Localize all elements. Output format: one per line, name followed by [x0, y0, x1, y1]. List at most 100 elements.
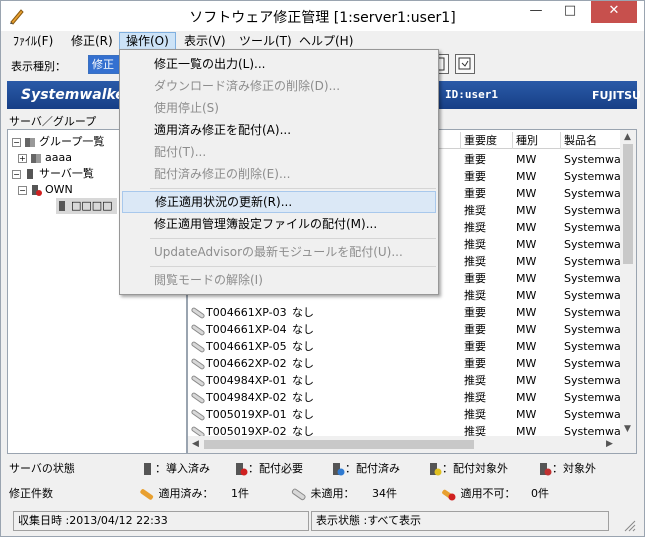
- patch-product: Systemwa: [564, 238, 621, 251]
- table-row[interactable]: T004662XP-02 なし 重要 MW Systemwa: [188, 355, 621, 372]
- patch-kind: MW: [516, 255, 537, 268]
- patch-importance: 推奨: [464, 391, 486, 404]
- horizontal-scrollbar[interactable]: ◀ ▶: [188, 436, 620, 453]
- column-kind[interactable]: 種別: [512, 132, 560, 149]
- title-bar[interactable]: ソフトウェア修正管理 [1:server1:user1] — □ ✕: [1, 1, 644, 31]
- patch-kind: MW: [516, 357, 537, 370]
- table-row[interactable]: T005019XP-01 なし 推奨 MW Systemwa: [188, 406, 621, 423]
- patch-id: T004661XP-05: [206, 340, 287, 353]
- toolbar-button-2[interactable]: [455, 54, 475, 74]
- menu-separator: [150, 188, 436, 189]
- tree-item-aaaa[interactable]: + aaaa: [18, 150, 72, 166]
- server-error-icon: [32, 185, 42, 196]
- legend-cannot-apply: 適用不可： 0件: [441, 486, 549, 502]
- collapse-icon[interactable]: −: [12, 169, 21, 179]
- menu-bar: ﾌｧｲﾙ(F) 修正(R) 操作(O) 表示(V) ツール(T) ヘルプ(H): [1, 31, 644, 51]
- export-icon: [458, 57, 471, 70]
- bandage-icon: [190, 304, 206, 321]
- systemwalker-logo: Systemwalke: [21, 87, 125, 103]
- patch-product: Systemwa: [564, 153, 621, 166]
- menu-suspend-use[interactable]: 使用停止(S): [122, 97, 436, 119]
- server-icon: [59, 201, 65, 211]
- patch-product: Systemwa: [564, 221, 621, 234]
- table-row[interactable]: T004661XP-04 なし 重要 MW Systemwa: [188, 321, 621, 338]
- patch-id: T004984XP-01: [206, 374, 287, 387]
- server-state-label: サーバの状態: [9, 462, 75, 475]
- patch-importance: 重要: [464, 306, 486, 319]
- operation-menu: 修正一覧の出力(L)... ダウンロード済み修正の削除(D)... 使用停止(S…: [119, 49, 439, 295]
- close-button[interactable]: ✕: [591, 1, 637, 23]
- expand-icon[interactable]: +: [18, 153, 27, 163]
- display-type-combo[interactable]: 修正: [88, 55, 122, 74]
- patch-kind: MW: [516, 289, 537, 302]
- vertical-scrollbar[interactable]: ▲ ▼: [620, 130, 636, 453]
- horizontal-scroll-thumb[interactable]: [204, 440, 474, 449]
- patch-status: なし: [292, 391, 314, 404]
- menu-help[interactable]: ヘルプ(H): [293, 32, 359, 50]
- column-product[interactable]: 製品名: [560, 132, 620, 149]
- server-state-legend: サーバの状態: [9, 461, 75, 477]
- bandage-icon: [190, 355, 206, 372]
- scroll-right-icon[interactable]: ▶: [606, 439, 613, 449]
- tree-item-server[interactable]: □□□□: [56, 198, 117, 214]
- resize-grip-icon[interactable]: [621, 517, 637, 533]
- minimize-button[interactable]: —: [521, 1, 551, 23]
- table-row[interactable]: T004984XP-02 なし 推奨 MW Systemwa: [188, 389, 621, 406]
- menu-output-patch-list[interactable]: 修正一覧の出力(L)...: [122, 53, 436, 75]
- group-icon: [25, 138, 35, 147]
- table-row[interactable]: T004984XP-01 なし 推奨 MW Systemwa: [188, 372, 621, 389]
- patch-product: Systemwa: [564, 255, 621, 268]
- patch-kind: MW: [516, 221, 537, 234]
- menu-delete-downloaded[interactable]: ダウンロード済み修正の削除(D)...: [122, 75, 436, 97]
- menu-patch[interactable]: 修正(R): [65, 32, 119, 50]
- scroll-up-icon[interactable]: ▲: [624, 132, 631, 142]
- patch-status: なし: [292, 357, 314, 370]
- menu-release-view-mode[interactable]: 閲覧モードの解除(I): [122, 269, 436, 291]
- tree-heading: サーバ／グループ: [9, 115, 97, 128]
- patch-status: なし: [292, 374, 314, 387]
- collapse-icon[interactable]: −: [12, 137, 21, 147]
- menu-distribute-updateadvisor[interactable]: UpdateAdvisorの最新モジュールを配付(U)...: [122, 241, 436, 263]
- user-id-text: ID:user1: [445, 88, 498, 101]
- patch-kind: MW: [516, 340, 537, 353]
- patch-importance: 重要: [464, 170, 486, 183]
- maximize-button[interactable]: □: [555, 1, 585, 23]
- patch-kind: MW: [516, 170, 537, 183]
- menu-delete-distributed[interactable]: 配付済み修正の削除(E)...: [122, 163, 436, 185]
- display-type-label: 表示種別：: [11, 60, 66, 73]
- scroll-left-icon[interactable]: ◀: [192, 439, 199, 449]
- scroll-down-icon[interactable]: ▼: [624, 424, 631, 434]
- patch-importance: 重要: [464, 272, 486, 285]
- patch-id: T005019XP-01: [206, 408, 287, 421]
- patch-status: なし: [292, 306, 314, 319]
- menu-distribute-applied[interactable]: 適用済み修正を配付(A)...: [122, 119, 436, 141]
- menu-operation[interactable]: 操作(O): [119, 32, 176, 50]
- collapse-icon[interactable]: −: [18, 185, 27, 195]
- tree-item-own[interactable]: − OWN: [18, 182, 73, 198]
- bandage-applied-icon: [140, 489, 154, 500]
- tree-item-group-list[interactable]: − グループ一覧: [12, 134, 104, 150]
- patch-kind: MW: [516, 272, 537, 285]
- menu-distribute[interactable]: 配付(T)...: [122, 141, 436, 163]
- menu-update-application-status[interactable]: 修正適用状況の更新(R)...: [122, 191, 436, 213]
- legend-distributed: ：配付済み: [331, 461, 400, 477]
- tree-item-server-list[interactable]: − サーバ一覧: [12, 166, 94, 182]
- menu-tools[interactable]: ツール(T): [233, 32, 298, 50]
- server-excluded-icon: [430, 463, 442, 476]
- applied-count: 1件: [231, 487, 249, 500]
- menu-distribute-settings-file[interactable]: 修正適用管理簿設定ファイルの配付(M)...: [122, 213, 436, 235]
- menu-view[interactable]: 表示(V): [178, 32, 232, 50]
- menu-file[interactable]: ﾌｧｲﾙ(F): [7, 32, 59, 50]
- patch-importance: 重要: [464, 187, 486, 200]
- patch-id: T004662XP-02: [206, 357, 287, 370]
- column-importance[interactable]: 重要度: [460, 132, 512, 149]
- patch-count-legend: 修正件数: [9, 486, 53, 502]
- vertical-scroll-thumb[interactable]: [623, 144, 633, 264]
- bandage-icon: [190, 389, 206, 406]
- patch-importance: 重要: [464, 323, 486, 336]
- table-row[interactable]: T004661XP-05 なし 重要 MW Systemwa: [188, 338, 621, 355]
- patch-product: Systemwa: [564, 289, 621, 302]
- menu-separator: [150, 238, 436, 239]
- table-row[interactable]: T004661XP-03 なし 重要 MW Systemwa: [188, 304, 621, 321]
- patch-importance: 推奨: [464, 289, 486, 302]
